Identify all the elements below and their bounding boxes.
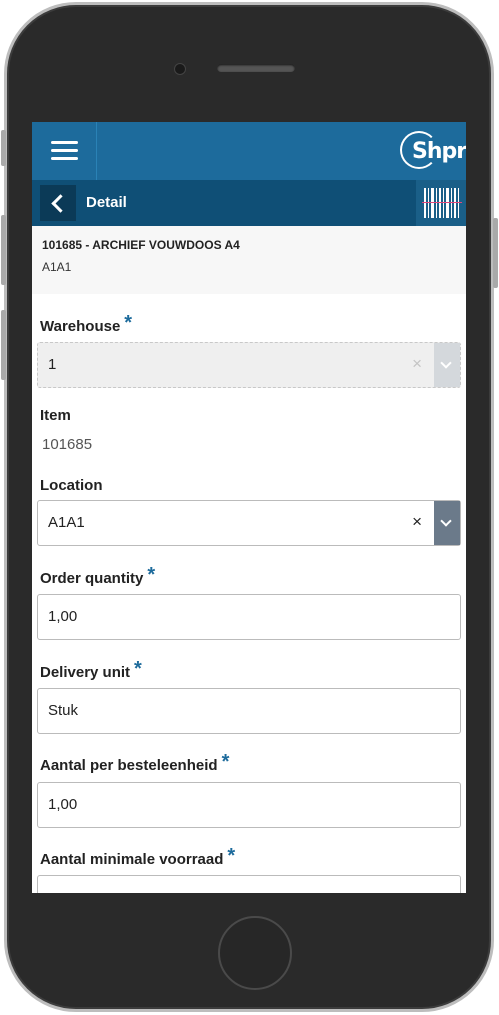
hamburger-icon-line [51, 157, 78, 160]
detail-form: Warehouse * 1 × Item 101685 Location A1A1… [32, 294, 466, 893]
hamburger-icon-line [51, 141, 78, 144]
delivery-unit-value: Stuk [48, 702, 79, 719]
volume-down-button [1, 310, 6, 380]
top-bar: Shpr [32, 122, 466, 180]
barcode-icon [422, 188, 462, 218]
item-value: 101685 [42, 436, 93, 453]
page-title: Detail [86, 194, 127, 211]
warehouse-label: Warehouse * [40, 312, 133, 337]
home-button[interactable] [218, 916, 292, 990]
item-summary: 101685 - ARCHIEF VOUWDOOS A4 A1A1 [32, 226, 466, 294]
clear-icon[interactable]: × [412, 354, 422, 374]
power-button [493, 218, 498, 288]
order-quantity-value: 1,00 [48, 608, 78, 625]
required-marker: * [124, 312, 133, 334]
item-location: A1A1 [42, 260, 72, 274]
chevron-down-icon[interactable] [434, 343, 460, 387]
required-marker: * [134, 658, 142, 680]
aantal-minimale-voorraad-input[interactable] [37, 875, 461, 893]
clear-icon[interactable]: × [412, 512, 422, 532]
shpr-logo: Shpr [400, 131, 466, 171]
menu-button[interactable] [32, 122, 97, 180]
barcode-scan-button[interactable] [416, 180, 466, 226]
front-camera [174, 63, 186, 75]
item-title: 101685 - ARCHIEF VOUWDOOS A4 [42, 238, 240, 252]
warehouse-select[interactable]: 1 × [37, 342, 461, 388]
required-marker: * [221, 751, 230, 773]
warehouse-label-text: Warehouse [40, 318, 121, 335]
chevron-down-icon[interactable] [434, 501, 460, 545]
app-screen: Shpr Detail 101685 - ARCHIEF VOUWDOOS A4 [32, 122, 466, 893]
hamburger-icon-line [51, 149, 78, 152]
volume-up-button [1, 215, 6, 285]
aantal-per-besteleenheid-value: 1,00 [48, 796, 78, 813]
speaker-grille [217, 64, 295, 72]
location-value: A1A1 [48, 514, 85, 531]
order-quantity-label-text: Order quantity [40, 570, 144, 587]
delivery-unit-input[interactable]: Stuk [37, 688, 461, 734]
back-button[interactable] [40, 185, 76, 221]
aantal-minimale-voorraad-label: Aantal minimale voorraad * [40, 845, 236, 870]
required-marker: * [147, 564, 156, 586]
delivery-unit-label-text: Delivery unit [40, 664, 131, 681]
logo-text: Shpr [412, 139, 466, 164]
required-marker: * [227, 845, 236, 867]
mute-switch [1, 130, 6, 166]
location-label: Location [40, 477, 103, 494]
item-label: Item [40, 407, 71, 424]
warehouse-value: 1 [48, 356, 57, 373]
order-quantity-label: Order quantity * [40, 564, 156, 589]
aantal-per-besteleenheid-input[interactable]: 1,00 [37, 782, 461, 828]
delivery-unit-label: Delivery unit * [40, 658, 142, 683]
aantal-minimale-voorraad-label-text: Aantal minimale voorraad [40, 851, 224, 868]
aantal-per-besteleenheid-label: Aantal per besteleenheid * [40, 751, 230, 776]
location-select[interactable]: A1A1 × [37, 500, 461, 546]
detail-bar: Detail [32, 180, 466, 226]
aantal-per-besteleenheid-label-text: Aantal per besteleenheid [40, 757, 218, 774]
order-quantity-input[interactable]: 1,00 [37, 594, 461, 640]
